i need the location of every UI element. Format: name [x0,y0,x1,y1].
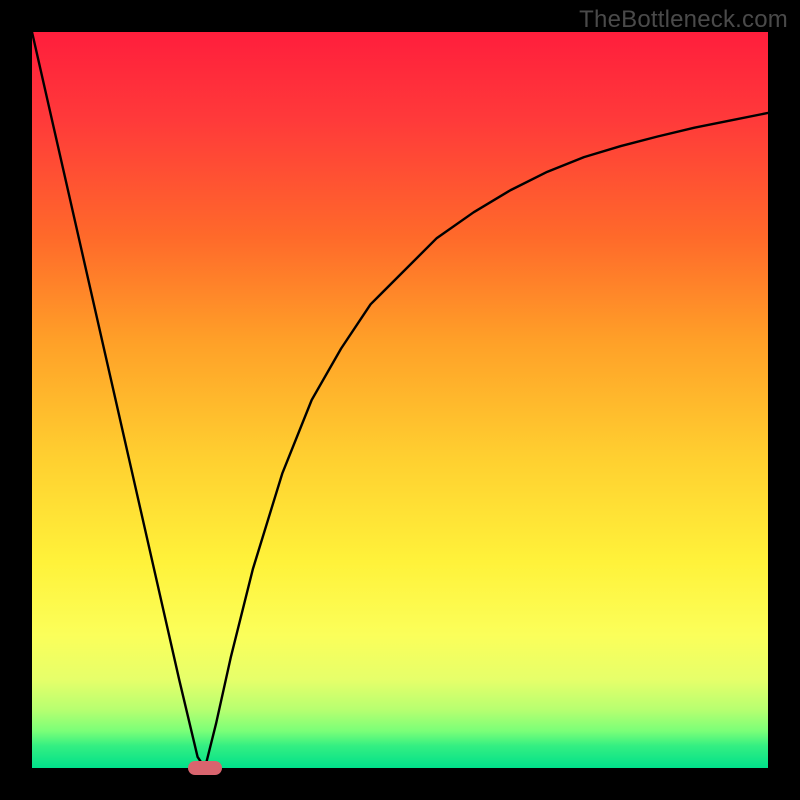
optimum-marker [188,761,222,775]
chart-frame: TheBottleneck.com [0,0,800,800]
watermark-text: TheBottleneck.com [579,6,788,34]
curve-svg [32,32,768,768]
plot-area [32,32,768,768]
curve-path [32,32,768,768]
